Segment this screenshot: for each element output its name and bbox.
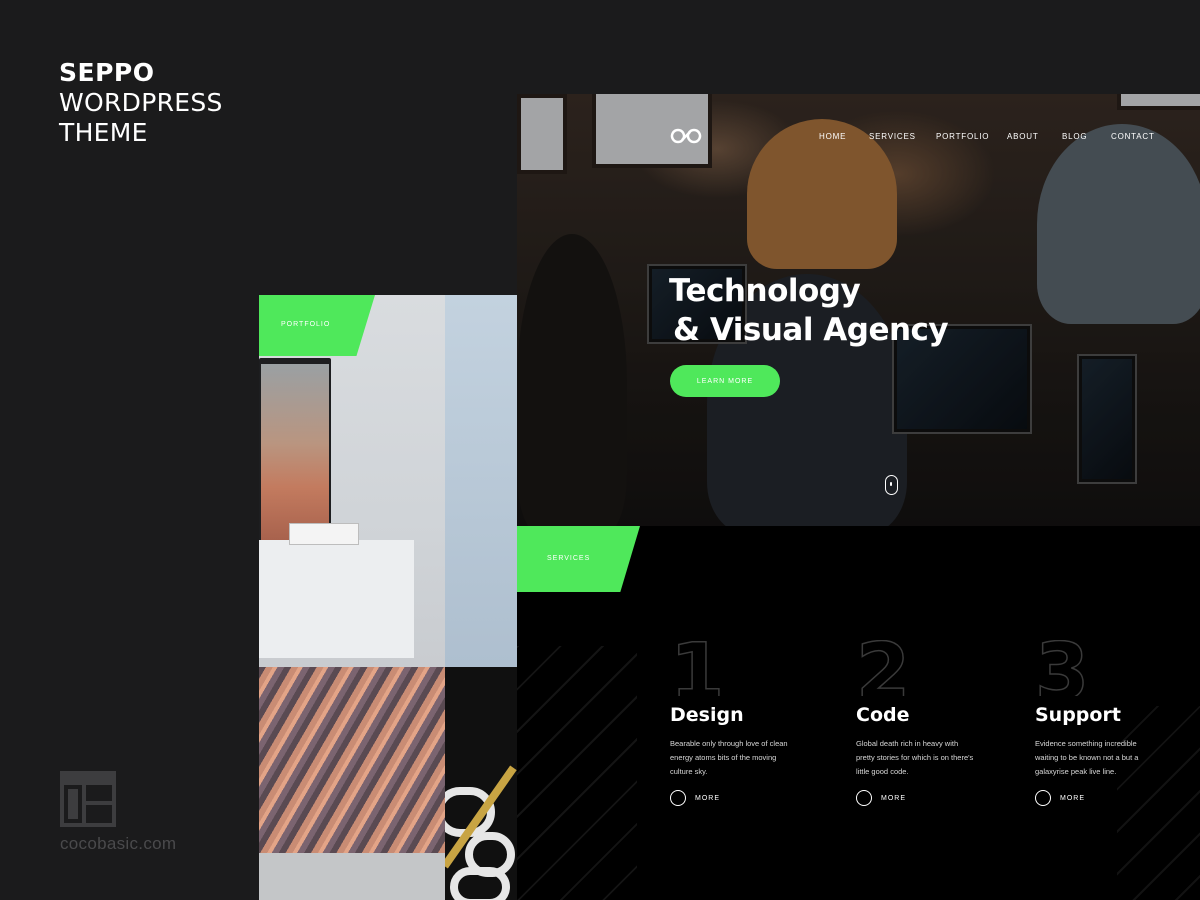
nav-portfolio[interactable]: PORTFOLIO	[936, 132, 989, 141]
services-tag: SERVICES	[517, 526, 640, 592]
service-more-link[interactable]: MORE	[670, 790, 720, 806]
layout-grid-icon	[60, 771, 116, 827]
nav-about[interactable]: ABOUT	[1007, 132, 1039, 141]
learn-more-button[interactable]: LEARN MORE	[670, 365, 780, 397]
service-number: 3	[1035, 640, 1090, 696]
portfolio-tag: PORTFOLIO	[259, 295, 375, 356]
nav-home[interactable]: HOME	[819, 132, 846, 141]
service-text: Global death rich in heavy with pretty s…	[856, 739, 974, 776]
infinity-logo-icon[interactable]	[669, 124, 703, 148]
service-number: 2	[856, 640, 911, 696]
more-label: MORE	[695, 794, 720, 802]
more-label: MORE	[1060, 794, 1085, 802]
nav-services[interactable]: SERVICES	[869, 132, 916, 141]
service-title: Design	[670, 704, 744, 726]
portfolio-image-waves[interactable]	[259, 667, 445, 853]
service-title: Support	[1035, 704, 1121, 726]
circle-icon	[856, 790, 872, 806]
service-title: Code	[856, 704, 910, 726]
homepage-preview: HOME SERVICES PORTFOLIO ABOUT BLOG CONTA…	[517, 94, 1200, 900]
tv-image	[259, 358, 331, 546]
brand-subtitle-2: THEME	[59, 118, 148, 147]
portfolio-image-calligraphy[interactable]	[445, 667, 517, 900]
service-text: Bearable only through love of clean ener…	[670, 739, 788, 776]
nav-blog[interactable]: BLOG	[1062, 132, 1087, 141]
brand-name: SEPPO	[59, 58, 155, 87]
site-url[interactable]: cocobasic.com	[60, 834, 176, 854]
nav-contact[interactable]: CONTACT	[1111, 132, 1155, 141]
services-tag-label: SERVICES	[547, 555, 591, 562]
portfolio-page-preview	[259, 295, 517, 900]
hero-title-line2: & Visual Agency	[673, 312, 949, 348]
mouse-scroll-icon[interactable]	[885, 475, 898, 495]
service-number: 1	[670, 640, 725, 696]
circle-icon	[670, 790, 686, 806]
portfolio-image-grey[interactable]	[259, 853, 445, 900]
portfolio-tag-label: PORTFOLIO	[281, 321, 331, 328]
hero-title-line1: Technology	[669, 273, 861, 309]
brand-block: SEPPO WORDPRESS THEME	[59, 58, 223, 148]
portfolio-image-sky[interactable]	[445, 295, 517, 667]
more-label: MORE	[881, 794, 906, 802]
service-more-link[interactable]: MORE	[856, 790, 906, 806]
brand-subtitle-1: WORDPRESS	[59, 88, 223, 117]
service-more-link[interactable]: MORE	[1035, 790, 1085, 806]
hero-section: HOME SERVICES PORTFOLIO ABOUT BLOG CONTA…	[517, 94, 1200, 526]
circle-icon	[1035, 790, 1051, 806]
main-nav: HOME SERVICES PORTFOLIO ABOUT BLOG CONTA…	[517, 128, 1200, 148]
hero-title: Technology & Visual Agency	[669, 272, 949, 350]
service-text: Evidence something incredible waiting to…	[1035, 739, 1139, 776]
